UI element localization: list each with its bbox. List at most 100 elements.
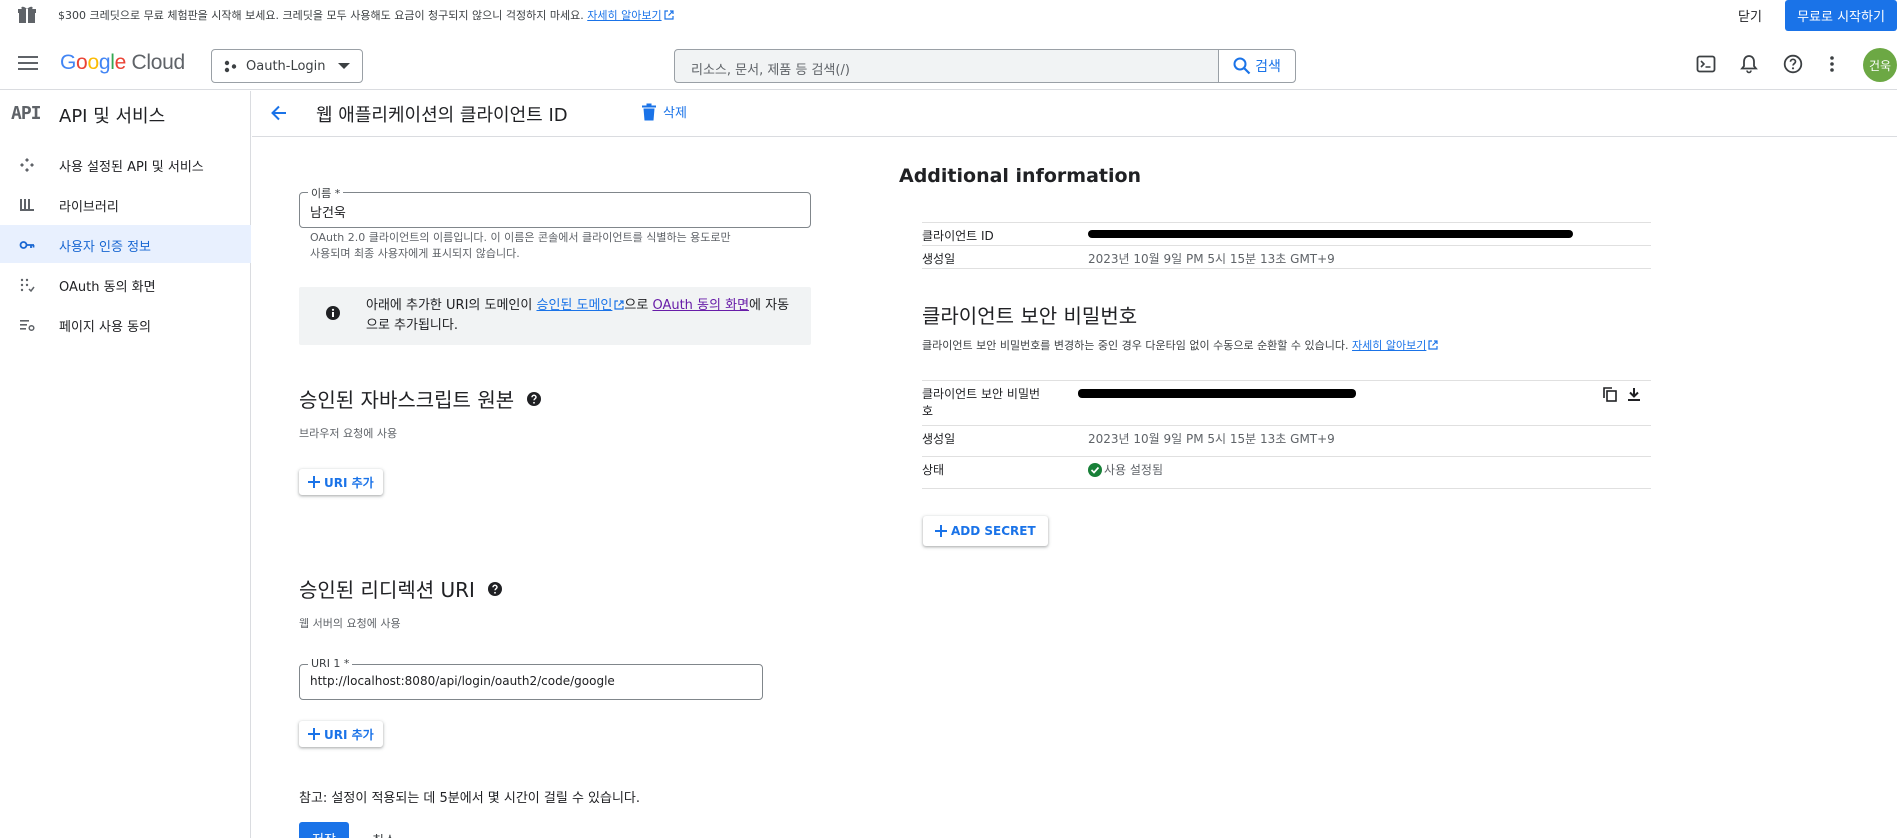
sidebar-item-oauth-consent[interactable]: OAuth 동의 화면: [0, 265, 251, 303]
client-secret-table: 클라이언트 보안 비밀번 호 생성일 2023년 10월 9일 PM 5시 15…: [922, 380, 1651, 489]
promo-learn-more-link[interactable]: 자세히 알아보기: [587, 9, 674, 22]
secret-actions: [1603, 387, 1641, 402]
info-text-part2: 으로: [624, 298, 653, 313]
plus-icon: [935, 525, 947, 537]
chevron-down-icon: [337, 62, 350, 70]
name-input[interactable]: 남건욱: [310, 202, 346, 221]
redaction-mark: [1078, 389, 1356, 398]
google-cloud-logo[interactable]: Google Cloud: [60, 51, 185, 75]
gift-icon: [17, 5, 37, 23]
created-value: 2023년 10월 9일 PM 5시 15분 13초 GMT+9: [1088, 252, 1335, 266]
delete-label: 삭제: [663, 106, 687, 121]
client-secret-desc-text: 클라이언트 보안 비밀번호를 변경하는 중인 경우 다운타임 없이 수동으로 순…: [922, 339, 1349, 352]
info-text-part1: 아래에 추가한 URI의 도메인이: [366, 298, 537, 313]
add-secret-button[interactable]: ADD SECRET: [923, 516, 1048, 546]
hamburger-menu-icon[interactable]: [18, 55, 40, 71]
name-field-label: 이름 *: [308, 185, 344, 201]
authorized-domains-label: 승인된 도메인: [536, 298, 613, 313]
status-text: 사용 설정됨: [1104, 463, 1164, 477]
copy-icon[interactable]: [1603, 387, 1617, 402]
project-selector[interactable]: Oauth-Login: [211, 49, 363, 83]
external-link-icon: [663, 10, 674, 20]
search-bar[interactable]: 리소스, 문서, 제품 등 검색(/) 검색: [674, 49, 1296, 83]
logo-google: Google: [60, 51, 126, 74]
client-id-label: 클라이언트 ID: [922, 229, 994, 243]
client-id-row: 클라이언트 ID: [922, 222, 1651, 245]
cloud-shell-icon[interactable]: [1696, 54, 1716, 74]
sidebar-item-label: 라이브러리: [59, 200, 119, 215]
redirect-uri-1-label: URI 1 *: [308, 657, 353, 670]
js-origins-title: 승인된 자바스크립트 원본: [299, 388, 515, 412]
api-logo: API: [11, 103, 41, 124]
save-button[interactable]: 저장: [299, 822, 349, 838]
sidebar-item-enabled-apis[interactable]: 사용 설정된 API 및 서비스: [0, 145, 251, 183]
plus-icon: [308, 728, 320, 740]
check-circle-icon: [1088, 463, 1102, 477]
client-info-table: 클라이언트 ID 생성일 2023년 10월 9일 PM 5시 15분 13초 …: [922, 222, 1651, 269]
notifications-bell-icon[interactable]: [1739, 54, 1759, 74]
cancel-button[interactable]: 취소: [372, 830, 396, 838]
trash-icon: [642, 103, 656, 120]
sidebar-title: API 및 서비스: [59, 106, 166, 127]
sidebar-item-credentials[interactable]: 사용자 인증 정보: [0, 225, 251, 263]
plus-icon: [308, 476, 320, 488]
created-label: 생성일: [922, 252, 956, 266]
additional-info-title: Additional information: [899, 165, 1142, 187]
status-label: 상태: [922, 463, 945, 477]
redirect-uris-heading: 승인된 리디렉션 URI: [299, 574, 503, 603]
sidebar-item-label: OAuth 동의 화면: [59, 280, 156, 295]
info-icon: [325, 305, 341, 321]
oauth-consent-icon: [19, 277, 35, 293]
help-icon[interactable]: [1783, 54, 1803, 74]
domain-info-box: 아래에 추가한 URI의 도메인이 승인된 도메인 으로 OAuth 동의 화면에…: [299, 287, 811, 345]
redirect-uri-1-input[interactable]: http://localhost:8080/api/login/oauth2/c…: [310, 674, 615, 688]
library-icon: [19, 197, 35, 213]
oauth-consent-link[interactable]: OAuth 동의 화면: [652, 298, 749, 313]
client-secret-title: 클라이언트 보안 비밀번호: [922, 304, 1138, 328]
redirect-uri-1-field[interactable]: URI 1 * http://localhost:8080/api/login/…: [299, 657, 763, 700]
promo-text: $300 크레딧으로 무료 체험판을 시작해 보세요. 크레딧을 모두 사용해도…: [58, 7, 674, 23]
sidebar-header: API API 및 서비스: [0, 91, 251, 134]
secret-created-label: 생성일: [922, 432, 956, 446]
start-free-trial-button[interactable]: 무료로 시작하기: [1785, 0, 1897, 31]
search-button[interactable]: 검색: [1218, 50, 1295, 82]
name-hint-line2: 사용되며 최종 사용자에게 표시되지 않습니다.: [310, 247, 520, 260]
authorized-domains-link[interactable]: 승인된 도메인: [536, 298, 624, 313]
redaction-mark: [1088, 230, 1573, 238]
promo-link-label: 자세히 알아보기: [587, 9, 662, 22]
search-button-label: 검색: [1255, 59, 1281, 75]
user-avatar[interactable]: 건욱: [1863, 48, 1897, 82]
page-settings-icon: [19, 317, 35, 333]
client-secret-label: 클라이언트 보안 비밀번 호: [922, 381, 1088, 425]
secret-created-value: 2023년 10월 9일 PM 5시 15분 13초 GMT+9: [1088, 432, 1335, 446]
add-uri-label: URI 추가: [324, 727, 374, 742]
search-icon: [1233, 57, 1251, 75]
add-secret-label: ADD SECRET: [951, 524, 1036, 538]
redirect-uris-desc: 웹 서버의 요청에 사용: [299, 617, 401, 630]
help-circle-icon[interactable]: [487, 581, 503, 597]
promo-close-button[interactable]: 닫기: [1738, 6, 1762, 25]
back-arrow-icon[interactable]: [269, 103, 289, 123]
add-redirect-uri-button[interactable]: URI 추가: [299, 721, 383, 747]
client-secret-label-line2: 호: [922, 404, 934, 418]
more-vert-icon[interactable]: [1828, 54, 1836, 74]
project-name: Oauth-Login: [246, 58, 326, 74]
sidebar-item-label: 사용 설정된 API 및 서비스: [59, 160, 204, 175]
add-js-origin-button[interactable]: URI 추가: [299, 469, 383, 495]
delete-button[interactable]: 삭제: [641, 102, 687, 121]
project-hub-icon: [224, 59, 238, 73]
external-link-icon: [614, 300, 624, 310]
key-icon: [19, 237, 35, 253]
secret-learn-more-link[interactable]: 자세히 알아보기: [1352, 339, 1438, 352]
secret-link-label: 자세히 알아보기: [1352, 339, 1427, 352]
sidebar-item-page-usage[interactable]: 페이지 사용 동의: [0, 305, 251, 343]
js-origins-heading: 승인된 자바스크립트 원본: [299, 384, 542, 413]
download-icon[interactable]: [1627, 387, 1641, 402]
redirect-uris-title: 승인된 리디렉션 URI: [299, 578, 475, 602]
help-circle-icon[interactable]: [526, 391, 542, 407]
search-input[interactable]: 리소스, 문서, 제품 등 검색(/): [691, 59, 850, 78]
name-field[interactable]: 이름 * 남건욱: [299, 185, 811, 228]
client-secret-value: [1088, 381, 1651, 425]
sidebar-item-library[interactable]: 라이브러리: [0, 185, 251, 223]
client-secret-label-line1: 클라이언트 보안 비밀번: [922, 387, 1041, 401]
